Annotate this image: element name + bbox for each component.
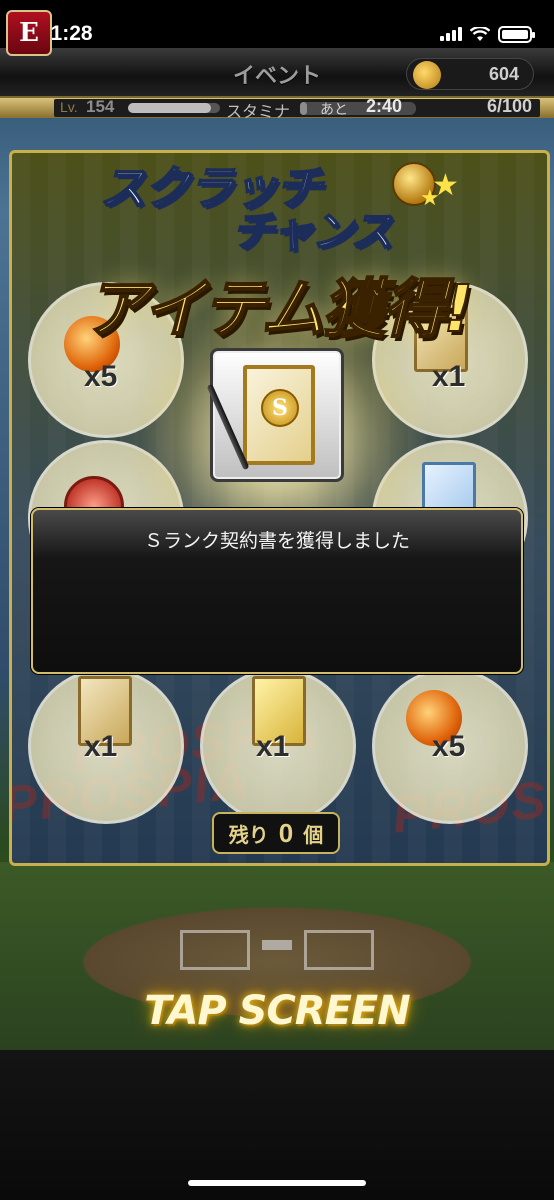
star-icon: ★: [420, 186, 440, 211]
team-logo-button[interactable]: E: [6, 10, 52, 56]
s-emblem-icon: S: [261, 389, 299, 427]
item-get-banner: アイテム獲得!: [83, 272, 474, 348]
item-count: x1: [256, 730, 290, 763]
reward-item-card: S: [206, 348, 344, 482]
remaining-label: 残り: [228, 822, 269, 847]
exp-gauge-fill: [128, 103, 211, 113]
dialog-message: Ｓランク契約書を獲得しました: [143, 530, 410, 552]
stamina-count: 6/100: [486, 96, 532, 116]
level-label: Lv.: [60, 99, 78, 115]
status-icons: [440, 24, 535, 44]
team-logo-letter: E: [19, 18, 39, 48]
game-header: イベント 604: [0, 48, 554, 98]
remaining-value: 0: [278, 817, 294, 848]
remaining-unit: 個: [303, 822, 324, 847]
coin-icon: [413, 61, 441, 89]
remaining-counter: 残り 0 個: [212, 812, 340, 854]
stamina-gauge-fill: [300, 102, 307, 115]
reward-dialog[interactable]: Ｓランク契約書を獲得しました: [31, 508, 523, 674]
bottom-bar: [0, 1050, 554, 1200]
status-bar: 11:28: [0, 0, 554, 48]
battery-icon: [498, 25, 535, 43]
chance-title: チャンス: [231, 206, 394, 257]
batter-box-right: [304, 930, 374, 970]
item-count: x5: [432, 730, 466, 763]
home-indicator[interactable]: [188, 1180, 366, 1186]
recover-label: あと: [320, 102, 348, 118]
exp-gauge: [128, 103, 220, 113]
item-count: x1: [432, 360, 466, 393]
signal-icon: [440, 27, 462, 41]
item-count: x1: [84, 730, 118, 763]
recover-time: 2:40: [366, 96, 403, 116]
item-count: x5: [84, 360, 118, 393]
tap-screen-prompt[interactable]: TAP SCREEN: [0, 988, 554, 1034]
wifi-icon: [470, 26, 490, 41]
level-value: 154: [86, 97, 115, 116]
home-plate: [262, 940, 292, 950]
batter-box-left: [180, 930, 250, 970]
s-rank-contract-icon: S: [243, 365, 315, 465]
currency-display[interactable]: 604: [406, 58, 534, 90]
currency-value: 604: [488, 64, 519, 84]
